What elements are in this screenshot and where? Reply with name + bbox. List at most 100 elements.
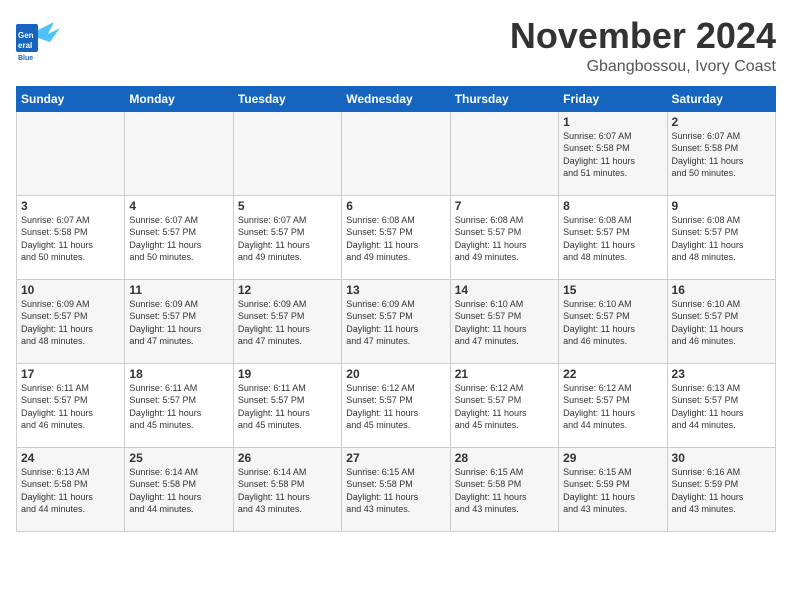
day-info: Sunrise: 6:08 AM Sunset: 5:57 PM Dayligh… [672,214,771,264]
day-number: 3 [21,199,120,213]
day-info: Sunrise: 6:10 AM Sunset: 5:57 PM Dayligh… [563,298,662,348]
calendar-cell: 8Sunrise: 6:08 AM Sunset: 5:57 PM Daylig… [559,195,667,279]
calendar-cell: 1Sunrise: 6:07 AM Sunset: 5:58 PM Daylig… [559,111,667,195]
day-info: Sunrise: 6:11 AM Sunset: 5:57 PM Dayligh… [238,382,337,432]
logo: Gen eral Blue [16,16,64,65]
calendar-table: SundayMondayTuesdayWednesdayThursdayFrid… [16,86,776,532]
day-info: Sunrise: 6:07 AM Sunset: 5:58 PM Dayligh… [21,214,120,264]
calendar-cell: 11Sunrise: 6:09 AM Sunset: 5:57 PM Dayli… [125,279,233,363]
day-number: 22 [563,367,662,381]
calendar-cell: 19Sunrise: 6:11 AM Sunset: 5:57 PM Dayli… [233,363,341,447]
day-info: Sunrise: 6:11 AM Sunset: 5:57 PM Dayligh… [21,382,120,432]
calendar-cell: 2Sunrise: 6:07 AM Sunset: 5:58 PM Daylig… [667,111,775,195]
day-info: Sunrise: 6:15 AM Sunset: 5:59 PM Dayligh… [563,466,662,516]
calendar-cell: 15Sunrise: 6:10 AM Sunset: 5:57 PM Dayli… [559,279,667,363]
calendar-cell: 29Sunrise: 6:15 AM Sunset: 5:59 PM Dayli… [559,447,667,531]
calendar-cell: 7Sunrise: 6:08 AM Sunset: 5:57 PM Daylig… [450,195,558,279]
day-info: Sunrise: 6:15 AM Sunset: 5:58 PM Dayligh… [455,466,554,516]
day-number: 5 [238,199,337,213]
calendar-cell [450,111,558,195]
day-number: 15 [563,283,662,297]
day-number: 7 [455,199,554,213]
calendar-week-row: 24Sunrise: 6:13 AM Sunset: 5:58 PM Dayli… [17,447,776,531]
day-info: Sunrise: 6:12 AM Sunset: 5:57 PM Dayligh… [563,382,662,432]
weekday-header: Thursday [450,86,558,111]
calendar-cell: 21Sunrise: 6:12 AM Sunset: 5:57 PM Dayli… [450,363,558,447]
day-info: Sunrise: 6:07 AM Sunset: 5:57 PM Dayligh… [129,214,228,264]
calendar-cell [342,111,450,195]
logo-icon: Gen eral Blue [16,16,64,65]
weekday-header: Saturday [667,86,775,111]
day-number: 2 [672,115,771,129]
day-info: Sunrise: 6:07 AM Sunset: 5:58 PM Dayligh… [563,130,662,180]
day-number: 10 [21,283,120,297]
day-info: Sunrise: 6:14 AM Sunset: 5:58 PM Dayligh… [129,466,228,516]
day-info: Sunrise: 6:07 AM Sunset: 5:57 PM Dayligh… [238,214,337,264]
calendar-cell [125,111,233,195]
calendar-cell: 25Sunrise: 6:14 AM Sunset: 5:58 PM Dayli… [125,447,233,531]
day-number: 18 [129,367,228,381]
calendar-week-row: 17Sunrise: 6:11 AM Sunset: 5:57 PM Dayli… [17,363,776,447]
day-number: 11 [129,283,228,297]
svg-text:Gen: Gen [18,31,34,40]
calendar-week-row: 3Sunrise: 6:07 AM Sunset: 5:58 PM Daylig… [17,195,776,279]
day-number: 12 [238,283,337,297]
calendar-cell: 20Sunrise: 6:12 AM Sunset: 5:57 PM Dayli… [342,363,450,447]
calendar-cell: 16Sunrise: 6:10 AM Sunset: 5:57 PM Dayli… [667,279,775,363]
calendar-cell [17,111,125,195]
weekday-header: Wednesday [342,86,450,111]
location-title: Gbangbossou, Ivory Coast [510,58,776,76]
day-number: 1 [563,115,662,129]
day-info: Sunrise: 6:08 AM Sunset: 5:57 PM Dayligh… [563,214,662,264]
weekday-header: Friday [559,86,667,111]
day-info: Sunrise: 6:09 AM Sunset: 5:57 PM Dayligh… [129,298,228,348]
calendar-cell: 6Sunrise: 6:08 AM Sunset: 5:57 PM Daylig… [342,195,450,279]
calendar-cell [233,111,341,195]
calendar-cell: 22Sunrise: 6:12 AM Sunset: 5:57 PM Dayli… [559,363,667,447]
weekday-header: Monday [125,86,233,111]
day-info: Sunrise: 6:10 AM Sunset: 5:57 PM Dayligh… [672,298,771,348]
day-info: Sunrise: 6:08 AM Sunset: 5:57 PM Dayligh… [346,214,445,264]
calendar-cell: 28Sunrise: 6:15 AM Sunset: 5:58 PM Dayli… [450,447,558,531]
calendar-cell: 5Sunrise: 6:07 AM Sunset: 5:57 PM Daylig… [233,195,341,279]
calendar-container: Gen eral Blue November 2024 Gbangbossou,… [0,0,792,540]
calendar-cell: 12Sunrise: 6:09 AM Sunset: 5:57 PM Dayli… [233,279,341,363]
day-info: Sunrise: 6:14 AM Sunset: 5:58 PM Dayligh… [238,466,337,516]
calendar-cell: 13Sunrise: 6:09 AM Sunset: 5:57 PM Dayli… [342,279,450,363]
day-number: 16 [672,283,771,297]
weekday-header-row: SundayMondayTuesdayWednesdayThursdayFrid… [17,86,776,111]
calendar-cell: 27Sunrise: 6:15 AM Sunset: 5:58 PM Dayli… [342,447,450,531]
weekday-header: Sunday [17,86,125,111]
day-info: Sunrise: 6:13 AM Sunset: 5:57 PM Dayligh… [672,382,771,432]
day-number: 13 [346,283,445,297]
calendar-cell: 17Sunrise: 6:11 AM Sunset: 5:57 PM Dayli… [17,363,125,447]
title-block: November 2024 Gbangbossou, Ivory Coast [510,16,776,76]
calendar-header: Gen eral Blue November 2024 Gbangbossou,… [16,16,776,76]
calendar-week-row: 1Sunrise: 6:07 AM Sunset: 5:58 PM Daylig… [17,111,776,195]
day-info: Sunrise: 6:09 AM Sunset: 5:57 PM Dayligh… [238,298,337,348]
calendar-cell: 26Sunrise: 6:14 AM Sunset: 5:58 PM Dayli… [233,447,341,531]
svg-text:Blue: Blue [18,55,33,60]
day-info: Sunrise: 6:13 AM Sunset: 5:58 PM Dayligh… [21,466,120,516]
day-number: 19 [238,367,337,381]
calendar-cell: 30Sunrise: 6:16 AM Sunset: 5:59 PM Dayli… [667,447,775,531]
calendar-week-row: 10 Sunrise: 6:09 AM Sunset: 5:57 PM Dayli… [17,279,776,363]
day-number: 29 [563,451,662,465]
day-number: 20 [346,367,445,381]
day-info: Sunrise: 6:11 AM Sunset: 5:57 PM Dayligh… [129,382,228,432]
day-info: Sunrise: 6:09 AM Sunset: 5:57 PM Dayligh… [346,298,445,348]
day-info: Sunrise: 6:12 AM Sunset: 5:57 PM Dayligh… [455,382,554,432]
calendar-cell: 9Sunrise: 6:08 AM Sunset: 5:57 PM Daylig… [667,195,775,279]
day-info: Sunrise: 6:10 AM Sunset: 5:57 PM Dayligh… [455,298,554,348]
calendar-cell: 24Sunrise: 6:13 AM Sunset: 5:58 PM Dayli… [17,447,125,531]
day-number: 9 [672,199,771,213]
day-info: Sunrise: 6:12 AM Sunset: 5:57 PM Dayligh… [346,382,445,432]
calendar-cell: 18Sunrise: 6:11 AM Sunset: 5:57 PM Dayli… [125,363,233,447]
day-number: 6 [346,199,445,213]
svg-text:eral: eral [18,41,32,50]
month-title: November 2024 [510,16,776,56]
day-number: 17 [21,367,120,381]
calendar-cell: 4Sunrise: 6:07 AM Sunset: 5:57 PM Daylig… [125,195,233,279]
day-number: 26 [238,451,337,465]
day-number: 8 [563,199,662,213]
